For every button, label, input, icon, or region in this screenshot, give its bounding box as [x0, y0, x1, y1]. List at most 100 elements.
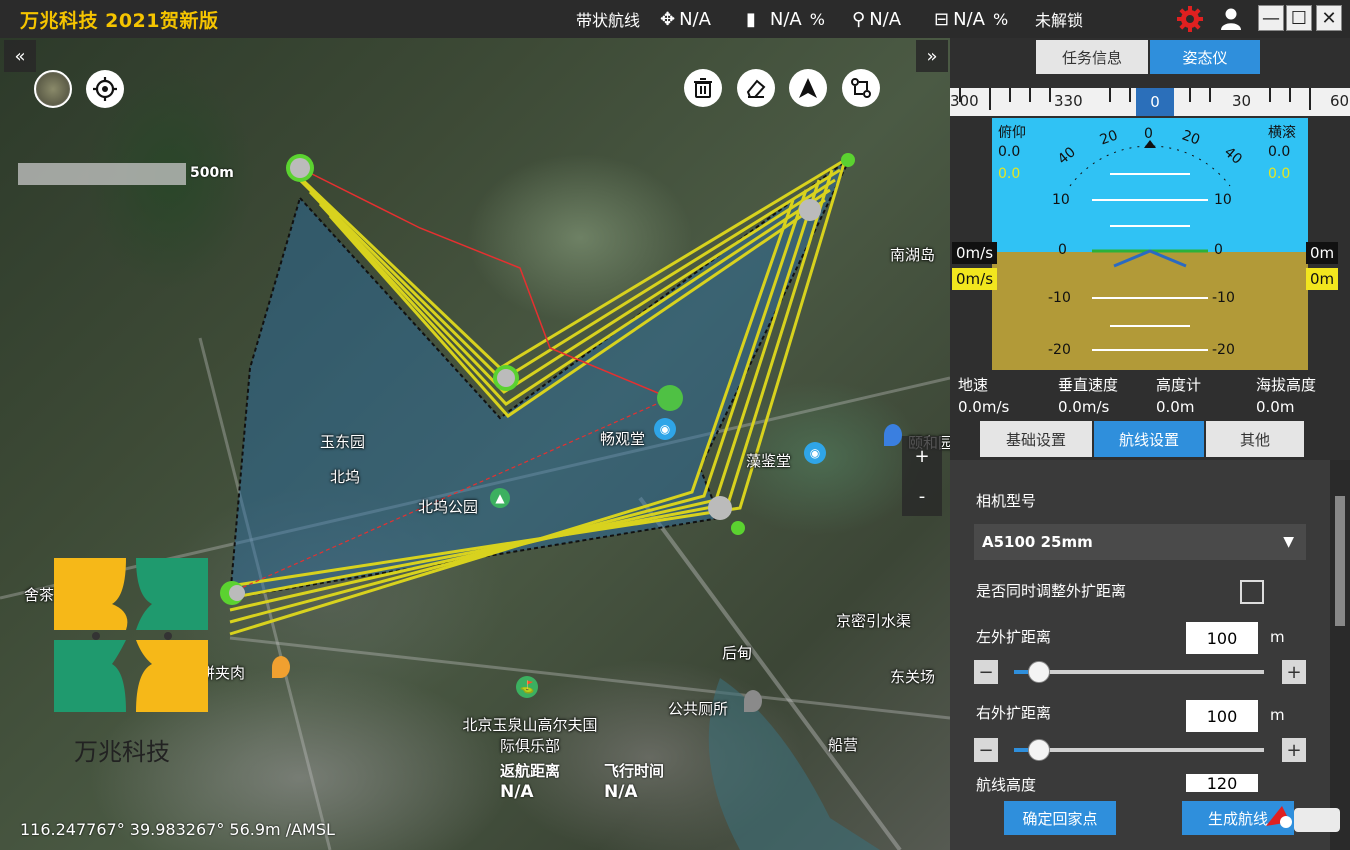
minimize-icon: — [1262, 7, 1280, 29]
tab-other-settings[interactable]: 其他 [1206, 421, 1304, 457]
left-extension-slider-thumb[interactable] [1028, 661, 1050, 683]
altitude-target-indicator: 0m [1306, 268, 1339, 290]
pitch-ladder-label: -10 [1212, 290, 1235, 306]
minimize-button[interactable]: — [1258, 5, 1284, 31]
drone-icon: ✥ [660, 8, 676, 30]
food-pin-icon [272, 656, 290, 678]
tab-attitude[interactable]: 姿态仪 [1150, 40, 1260, 74]
map-label-shelabel: 舍茶 [24, 586, 55, 604]
telemetry-label: 海拔高度 [1256, 376, 1317, 394]
pitch-ladder-label: -20 [1048, 342, 1071, 358]
roll-label: 横滚 [1268, 125, 1296, 141]
heading-compass: 300 330 0 30 60 [950, 88, 1350, 116]
brand-logo [52, 556, 212, 716]
route-height-input[interactable]: 120 [1186, 774, 1258, 793]
rc-status: ⊟ N/A % [934, 0, 1008, 38]
right-extension-slider-thumb[interactable] [1028, 739, 1050, 761]
flight-time-value: N/A [604, 782, 638, 802]
erase-button[interactable] [737, 69, 775, 107]
left-extension-input[interactable]: 100 [1186, 622, 1258, 654]
right-extension-label: 右外扩距离 [976, 704, 1052, 722]
lock-status-label: 未解锁 [1035, 11, 1084, 30]
telemetry-value: 0.0m [1256, 398, 1295, 416]
map-layer-button[interactable] [34, 70, 72, 108]
route-swap-icon [851, 78, 871, 98]
left-extension-slider[interactable] [1014, 670, 1264, 674]
dropdown-arrow-icon: ▼ [1283, 534, 1294, 550]
camera-model-select[interactable]: A5100 25mm ▼ [974, 524, 1306, 560]
close-button[interactable]: ✕ [1316, 5, 1342, 31]
right-panel: 任务信息 姿态仪 300 330 0 30 60 俯仰 0.0 0.0 横滚 0… [950, 38, 1350, 850]
scale-label: 500m [190, 165, 234, 181]
app-title: 万兆科技 2021贺新版 [20, 10, 219, 32]
satellite-status: ✥ N/A [660, 0, 711, 38]
locate-button[interactable] [86, 70, 124, 108]
tab-route-settings[interactable]: 航线设置 [1094, 421, 1204, 457]
delete-button[interactable] [684, 69, 722, 107]
scale-bar [18, 163, 186, 185]
battery-icon: ▮ [746, 8, 756, 30]
compass-label: 30 [1232, 92, 1252, 110]
collapse-right-button[interactable]: » [916, 40, 948, 72]
right-extension-unit: m [1270, 706, 1285, 724]
right-extension-slider[interactable] [1014, 748, 1264, 752]
map-label-beiwu: 北坞 [330, 468, 361, 486]
settings-scrollbar-thumb[interactable] [1335, 496, 1345, 626]
zoom-in-button[interactable]: + [914, 446, 929, 467]
sync-extension-checkbox[interactable] [1240, 580, 1264, 604]
map-label-yijiantang: 藻鉴堂 [746, 452, 792, 470]
zoom-out-button[interactable]: - [919, 486, 926, 507]
left-extension-decrement[interactable]: − [974, 660, 998, 684]
battery-status: ▮ N/A % [746, 0, 825, 38]
telemetry-value: 0.0m [1156, 398, 1195, 416]
right-extension-input[interactable]: 100 [1186, 700, 1258, 732]
camera-poi-icon: ◉ [654, 418, 676, 440]
tab-basic-settings[interactable]: 基础设置 [980, 421, 1092, 457]
watermark-badge [1262, 796, 1342, 842]
golf-poi-icon: ⛳ [516, 676, 538, 698]
compass-label: 60 [1330, 92, 1350, 110]
telemetry-label: 高度计 [1156, 376, 1202, 394]
rc-unit: % [992, 9, 1009, 29]
navigate-button[interactable] [789, 69, 827, 107]
collapse-left-button[interactable]: « [4, 40, 36, 72]
map-label-dongguan: 东关场 [890, 668, 936, 686]
lock-status: 未解锁 [1035, 0, 1083, 38]
tab-mission-info[interactable]: 任务信息 [1036, 40, 1148, 74]
camera-poi-icon: ◉ [804, 442, 826, 464]
speed-target-indicator: 0m/s [952, 268, 998, 290]
map-label-jingmi: 京密引水渠 [836, 612, 912, 630]
roll-value: 0.0 [1268, 144, 1291, 160]
map-label-golf: 北京玉泉山高尔夫国际俱乐部 [462, 716, 598, 755]
confirm-home-button[interactable]: 确定回家点 [1004, 801, 1116, 835]
roll-arc-label: 0 [1144, 126, 1153, 142]
watermark-logo-icon [1266, 806, 1340, 832]
title-bar: 万兆科技 2021贺新版 带状航线 ✥ N/A ▮ N/A % ⚲ N/A ⊟ … [0, 0, 1350, 38]
map-view[interactable]: « » 500m 南湖岛 玉东园 北坞 北坞公园 畅观堂 藻鉴堂 颐和园南 京密… [0, 38, 950, 850]
pitch-value: 0.0 [998, 144, 1021, 160]
park-poi-icon: ▲ [490, 488, 510, 508]
route-height-label: 航线高度 [976, 776, 1037, 794]
pitch-ladder-label: 10 [1052, 192, 1070, 208]
map-label-changguantang: 畅观堂 [600, 430, 646, 448]
right-extension-decrement[interactable]: − [974, 738, 998, 762]
map-label-yudongyuan: 玉东园 [320, 433, 366, 451]
right-extension-increment[interactable]: + [1282, 738, 1306, 762]
pitch-target: 0.0 [998, 166, 1021, 182]
left-extension-increment[interactable]: + [1282, 660, 1306, 684]
return-distance-label: 返航距离 [500, 762, 561, 780]
battery-value: N/A [769, 8, 802, 30]
remote-controller-icon: ⊟ [934, 8, 950, 30]
camera-model-value: A5100 25mm [982, 533, 1093, 551]
gear-icon[interactable] [1176, 5, 1204, 33]
settings-scrollbar[interactable] [1330, 460, 1350, 850]
telemetry-value: 0.0m/s [958, 398, 1010, 416]
location-pin-icon [884, 424, 902, 446]
pitch-label: 俯仰 [998, 125, 1026, 141]
telemetry-label: 垂直速度 [1058, 376, 1119, 394]
maximize-button[interactable]: ☐ [1286, 5, 1312, 31]
user-icon[interactable] [1218, 6, 1244, 32]
telemetry-label: 地速 [958, 376, 989, 394]
route-swap-button[interactable] [842, 69, 880, 107]
attitude-indicator: 俯仰 0.0 0.0 横滚 0.0 0.0 40 20 0 20 40 10 1… [992, 118, 1308, 370]
